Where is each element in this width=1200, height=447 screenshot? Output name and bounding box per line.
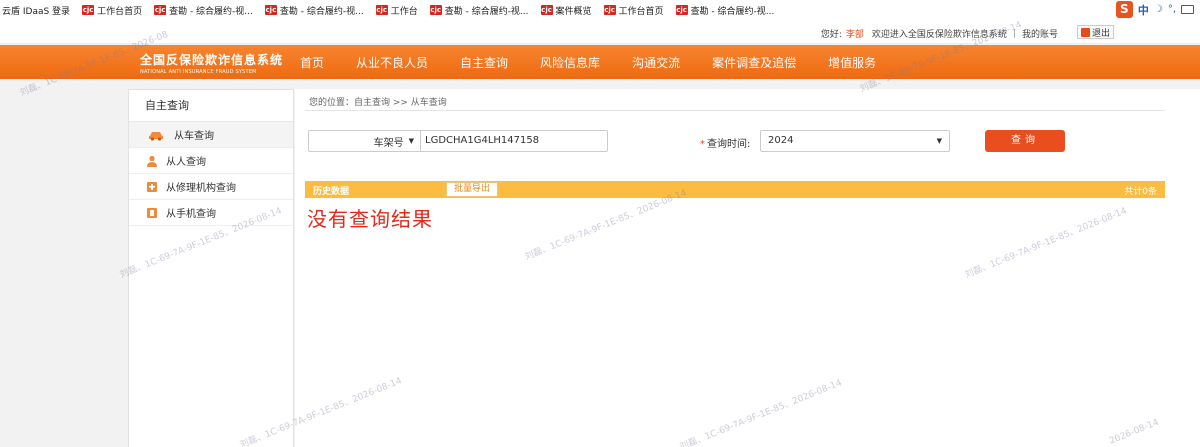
ime-mode-label[interactable]: 中 — [1138, 2, 1149, 18]
nav-home[interactable]: 首页 — [300, 54, 324, 71]
nav-case-investigation[interactable]: 案件调查及追偿 — [712, 54, 796, 71]
repair-shop-icon — [147, 181, 157, 192]
query-button[interactable]: 查询 — [985, 130, 1065, 152]
sidebar-item-vehicle-query[interactable]: 从车查询 — [129, 122, 293, 148]
breadcrumb: 您的位置：自主查询 >> 从车查询 — [309, 98, 447, 108]
bookmarks-bar: 云盾 IDaaS 登录 cjc 工作台首页 cjc 查勘 - 综合履约-视... c… — [0, 0, 1200, 20]
bookmark-label: 工作台 — [390, 6, 418, 17]
sidebar-item-repair-shop-query[interactable]: 从修理机构查询 — [129, 174, 293, 200]
user-info: 您好: 李部 欢迎进入全国反保险欺诈信息系统 | 我的账号 — [820, 27, 1058, 41]
nav-menu: 首页 从业不良人员 自主查询 风险信息库 沟通交流 案件调查及追偿 增值服务 — [300, 45, 908, 79]
brand-logo[interactable]: 全国反保险欺诈信息系统 NATIONAL ANTI INSURANCE FRAU… — [140, 51, 283, 75]
breadcrumb-divider — [305, 110, 1165, 111]
query-time-label: * 查询时间: — [700, 135, 750, 150]
query-year-select[interactable]: 2024 ▼ — [760, 130, 950, 152]
no-result-message: 没有查询结果 — [307, 207, 433, 231]
bookmark-label: 案件概览 — [555, 6, 592, 17]
cjc-logo-icon: cjc — [540, 5, 553, 15]
nav-value-added[interactable]: 增值服务 — [828, 54, 876, 71]
main-nav-bar: 全国反保险欺诈信息系统 NATIONAL ANTI INSURANCE FRAU… — [0, 45, 1200, 79]
batch-export-button[interactable]: 批量导出 — [446, 182, 498, 197]
nav-self-query[interactable]: 自主查询 — [460, 54, 508, 71]
chevron-down-icon: ▼ — [936, 137, 942, 145]
greeting-text: 您好: — [820, 30, 842, 40]
bookmark-idaas[interactable]: 云盾 IDaaS 登录 — [2, 4, 70, 17]
separator: | — [1012, 28, 1016, 39]
query-type-value: 车架号 — [373, 137, 404, 149]
required-star: * — [700, 139, 705, 150]
history-title: 历史数据 — [313, 187, 350, 197]
cjc-logo-icon: cjc — [82, 5, 95, 15]
bookmark-case-overview[interactable]: cjc 案件概览 — [540, 4, 592, 17]
query-year-value: 2024 — [768, 135, 794, 146]
sidebar-item-label: 从手机查询 — [166, 209, 216, 220]
main-panel: 您的位置：自主查询 >> 从车查询 车架号 ▼ LGDCHA1G4LH14715… — [295, 89, 1200, 447]
cjc-logo-icon: cjc — [429, 5, 442, 15]
nav-bad-practitioners[interactable]: 从业不良人员 — [356, 54, 428, 71]
my-account-link[interactable]: 我的账号 — [1022, 27, 1058, 40]
logout-label: 退出 — [1091, 28, 1110, 39]
nav-risk-library[interactable]: 风险信息库 — [540, 54, 600, 71]
sidebar-item-label: 从车查询 — [174, 131, 214, 142]
cjc-logo-icon: cjc — [375, 5, 388, 15]
brand-title: 全国反保险欺诈信息系统 — [140, 53, 284, 67]
sidebar-item-label: 从修理机构查询 — [166, 183, 236, 194]
brand-subtitle: NATIONAL ANTI INSURANCE FRAUD SYSTEM — [140, 69, 257, 75]
bookmark-survey-3[interactable]: cjc 查勘 - 综合履约-视... — [429, 4, 529, 17]
bookmark-label: 工作台首页 — [618, 6, 664, 17]
logout-icon — [1080, 27, 1090, 37]
bookmark-label: 云盾 IDaaS 登录 — [2, 6, 71, 17]
bookmark-label: 工作台首页 — [97, 6, 143, 17]
person-icon — [147, 155, 157, 167]
query-time-text: 查询时间: — [707, 139, 751, 150]
sidebar-item-person-query[interactable]: 从人查询 — [129, 148, 293, 174]
cjc-logo-icon: cjc — [675, 5, 688, 15]
query-type-select[interactable]: 车架号 ▼ — [308, 130, 420, 152]
sidebar-title: 自主查询 — [129, 90, 293, 122]
bookmark-label: 查勘 - 综合履约-视... — [279, 6, 364, 17]
user-name[interactable]: 李部 — [846, 27, 864, 40]
bookmark-label: 查勘 - 综合履约-视... — [444, 6, 529, 17]
nav-communication[interactable]: 沟通交流 — [632, 54, 680, 71]
sidebar-item-label: 从人查询 — [166, 157, 206, 168]
left-sidebar: 自主查询 从车查询 从人查询 从修理机构查询 从手机查询 — [128, 89, 294, 447]
bookmark-workbench-home[interactable]: cjc 工作台首页 — [82, 4, 142, 17]
moon-icon[interactable]: ☽ — [1154, 4, 1163, 15]
car-icon — [149, 131, 163, 141]
bookmark-workbench[interactable]: cjc 工作台 — [375, 4, 418, 17]
bookmark-label: 查勘 - 综合履约-视... — [690, 6, 775, 17]
bookmark-survey-4[interactable]: cjc 查勘 - 综合履约-视... — [675, 4, 775, 17]
ime-toolbar[interactable]: S 中 ☽ °, — [1115, 1, 1194, 18]
cjc-logo-icon: cjc — [264, 5, 277, 15]
cjc-logo-icon: cjc — [154, 5, 167, 15]
top-info-bar: 您好: 李部 欢迎进入全国反保险欺诈信息系统 | 我的账号 退出 — [0, 20, 1200, 44]
bookmark-survey-1[interactable]: cjc 查勘 - 综合履约-视... — [154, 4, 253, 17]
history-data-bar: 历史数据 批量导出 共计0条 — [305, 181, 1165, 198]
keyboard-icon[interactable] — [1181, 5, 1194, 14]
history-count: 共计0条 — [1124, 187, 1157, 197]
welcome-text: 欢迎进入全国反保险欺诈信息系统 — [871, 30, 1007, 40]
sidebar-item-phone-query[interactable]: 从手机查询 — [129, 200, 293, 226]
chevron-down-icon: ▼ — [408, 137, 414, 145]
bookmark-workbench-home-2[interactable]: cjc 工作台首页 — [603, 4, 664, 17]
bookmark-survey-2[interactable]: cjc 查勘 - 综合履约-视... — [264, 4, 364, 17]
bookmark-label: 查勘 - 综合履约-视... — [169, 6, 253, 17]
cjc-logo-icon: cjc — [603, 5, 616, 15]
sogou-s-icon[interactable]: S — [1115, 1, 1133, 18]
punctuation-icon[interactable]: °, — [1168, 4, 1176, 15]
phone-icon — [147, 207, 157, 218]
logout-button[interactable]: 退出 — [1076, 25, 1114, 39]
vin-input[interactable]: LGDCHA1G4LH147158 — [420, 130, 608, 152]
